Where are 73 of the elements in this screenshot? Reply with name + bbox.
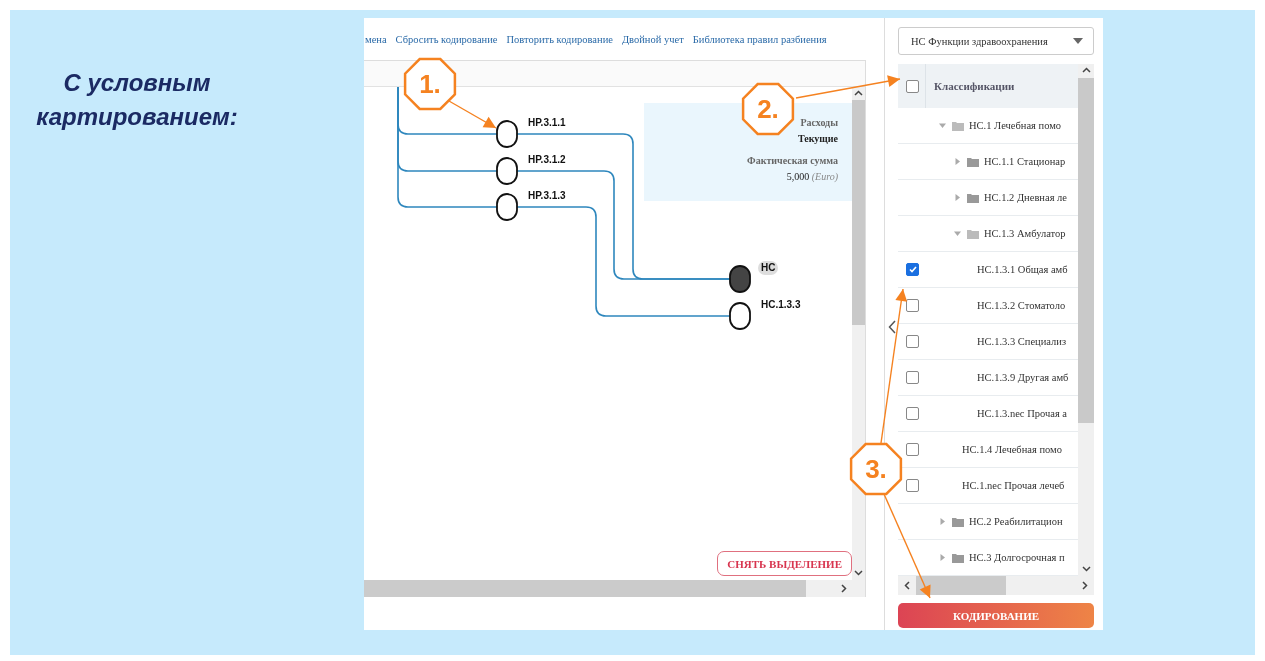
scroll-down-icon[interactable] [1081,566,1091,572]
vertical-scrollbar[interactable] [1078,64,1094,576]
collapse-panel-icon[interactable] [888,320,896,334]
tree-item[interactable]: HC.1.3.2 Стоматоло [977,300,1066,311]
scroll-up-icon[interactable] [1081,67,1091,73]
info-label: Фактическая сумма [747,154,838,168]
diagram-node[interactable] [729,265,751,293]
info-value: Текущие [798,132,838,146]
callout-arrow [448,100,497,129]
folder-icon [967,156,979,167]
clear-selection-button[interactable]: СНЯТЬ ВЫДЕЛЕНИЕ [717,551,852,576]
row-checkbox[interactable] [906,263,919,276]
row-checkbox[interactable] [906,299,919,312]
expanded-caret-icon[interactable] [939,122,946,129]
folder-icon [952,120,964,131]
amount-value: 5,000 (Euro) [786,170,838,184]
scroll-right-icon[interactable] [1082,581,1088,590]
tree-item[interactable]: HC.1.3.9 Другая амб [977,372,1069,383]
scroll-down-icon[interactable] [854,570,863,576]
scroll-right-icon[interactable] [841,584,847,593]
tree-item[interactable]: HC.1 Лечебная помо [969,120,1062,131]
dropdown-caret-icon [1073,38,1083,44]
node-label: HP.3.1.2 [527,153,567,167]
slide-title: С условным картированием: [35,68,239,132]
folder-icon [967,228,979,239]
horizontal-scrollbar[interactable] [898,576,1094,595]
toolbar-link[interactable]: Двойной учет [621,33,684,45]
toolbar-link[interactable]: Сбросить кодирование [395,33,498,45]
expanded-caret-icon[interactable] [954,230,961,237]
collapsed-caret-icon[interactable] [954,194,961,201]
tree-item[interactable]: HC.1.3.3 Специализ [977,336,1067,347]
select-all-checkbox[interactable] [906,79,919,93]
info-label: Расходы [800,116,838,130]
folder-icon [952,552,964,563]
row-checkbox[interactable] [906,335,919,348]
collapsed-caret-icon[interactable] [954,158,961,165]
row-checkbox[interactable] [906,479,919,492]
diagram-node[interactable] [496,157,518,185]
row-checkbox[interactable] [906,443,919,456]
tree-item[interactable]: HC.1.3.1 Общая амб [977,264,1068,275]
node-label: HC.1.3.3 [760,298,802,312]
diagram-node[interactable] [729,302,751,330]
tree-item[interactable]: HC.1.3.nec Прочая а [977,408,1068,419]
callout-number: 2. [757,94,779,124]
node-label: HC [758,261,779,275]
classification-dropdown[interactable]: HC Функции здравоохранения [898,27,1094,55]
collapsed-caret-icon[interactable] [939,518,946,525]
tree-item[interactable]: HC.1.4 Лечебная помо [962,444,1062,455]
callout-number: 1. [419,69,441,99]
scroll-up-icon[interactable] [854,90,863,96]
folder-icon [967,192,979,203]
tree-item[interactable]: HC.1.nec Прочая лечеб [962,480,1065,491]
toolbar-link[interactable]: мена [365,33,387,45]
vertical-scrollbar[interactable] [852,87,865,580]
tree-item[interactable]: HC.1.1 Стационар [984,156,1066,167]
scroll-left-icon[interactable] [904,581,910,590]
diagram-node[interactable] [496,120,518,148]
toolbar-link[interactable]: Библиотека правил разбиения [692,33,827,45]
column-header: Классификации [934,80,1015,92]
tree-item[interactable]: HC.3 Долгосрочная п [969,552,1065,563]
callout-number: 3. [865,454,887,484]
tree-item[interactable]: HC.2 Реабилитацион [969,516,1063,527]
diagram-node[interactable] [496,193,518,221]
node-label: HP.3.1.3 [527,189,567,203]
collapsed-caret-icon[interactable] [939,554,946,561]
folder-icon [952,516,964,527]
horizontal-scrollbar[interactable] [364,580,865,597]
row-checkbox[interactable] [906,371,919,384]
tree-item[interactable]: HC.1.3 Амбулатор [984,228,1066,239]
row-checkbox[interactable] [906,407,919,420]
tree-item[interactable]: HC.1.2 Дневная ле [984,192,1067,203]
node-label: HP.3.1.1 [527,116,567,130]
toolbar-link[interactable]: Повторить кодирование [506,33,613,45]
